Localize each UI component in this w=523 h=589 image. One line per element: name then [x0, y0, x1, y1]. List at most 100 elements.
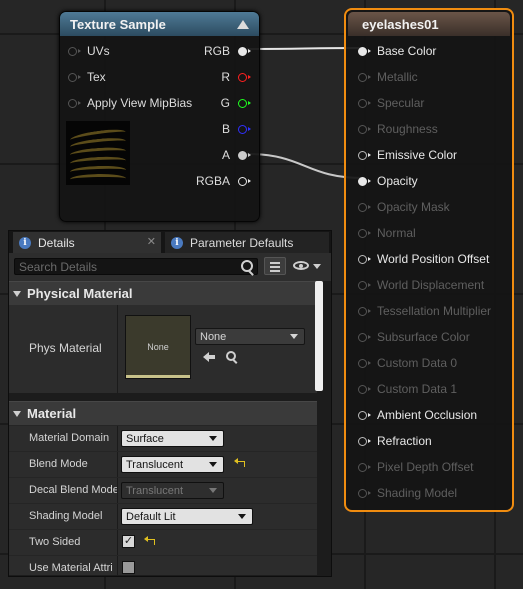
output-pin-rgb[interactable]: RGB: [203, 42, 251, 60]
texture-sample-title: Texture Sample: [70, 16, 166, 32]
pin-icon[interactable]: [238, 72, 251, 82]
pin-icon: [358, 358, 371, 368]
property-label: Decal Blend Mode: [29, 484, 117, 496]
search-icon[interactable]: [241, 260, 253, 272]
output-pin-b[interactable]: B: [221, 120, 251, 138]
property-label: Phys Material: [29, 341, 102, 355]
blend-mode-dropdown[interactable]: Translucent: [121, 456, 224, 473]
pin-icon[interactable]: [358, 254, 371, 264]
close-icon[interactable]: ✕: [147, 235, 156, 248]
output-pin-r[interactable]: R: [221, 68, 251, 86]
property-shading-model: Shading Model Default Lit: [9, 503, 317, 529]
chevron-down-icon: [238, 514, 246, 519]
phys-material-picker[interactable]: None: [195, 328, 305, 345]
input-pin-uvs[interactable]: UVs: [68, 42, 110, 60]
pin-icon: [358, 384, 371, 394]
chevron-down-icon: [290, 334, 298, 339]
combo-value: Translucent: [126, 484, 184, 497]
texture-sample-node[interactable]: Texture Sample UVs Tex Apply View MipBia…: [59, 11, 260, 222]
pin-label: World Displacement: [377, 278, 485, 292]
property-label: Blend Mode: [29, 458, 88, 470]
pin-icon[interactable]: [358, 46, 371, 56]
view-options-list-button[interactable]: [264, 257, 286, 275]
material-input-pin: Shading Model: [358, 484, 457, 502]
material-input-pin: Custom Data 0: [358, 354, 457, 372]
pin-label: Refraction: [377, 434, 432, 448]
scrollbar-thumb[interactable]: [315, 281, 323, 391]
material-domain-dropdown[interactable]: Surface: [121, 430, 224, 447]
pin-icon[interactable]: [358, 410, 371, 420]
pin-icon[interactable]: [238, 46, 251, 56]
pin-label: Base Color: [377, 44, 437, 58]
pin-icon: [358, 124, 371, 134]
output-label: A: [221, 148, 230, 162]
use-selected-arrow-icon[interactable]: [202, 351, 216, 363]
section-title: Material: [27, 406, 77, 421]
search-box[interactable]: [14, 258, 258, 275]
two-sided-checkbox[interactable]: ✓: [122, 535, 135, 548]
property-decal-blend-mode: Decal Blend Mode Translucent: [9, 477, 317, 503]
pin-label: Ambient Occlusion: [377, 408, 478, 422]
material-input-pin: Subsurface Color: [358, 328, 470, 346]
pin-label: Normal: [377, 226, 416, 240]
output-pin-a[interactable]: A: [221, 146, 251, 164]
property-label: Material Domain: [29, 432, 110, 444]
pin-label: Tessellation Multiplier: [377, 304, 492, 318]
material-input-pin[interactable]: Opacity: [358, 172, 418, 190]
texture-sample-header[interactable]: Texture Sample: [60, 12, 259, 36]
property-use-material-attributes: Use Material Attri: [9, 555, 317, 575]
material-input-pin: Normal: [358, 224, 416, 242]
pin-icon[interactable]: [68, 46, 81, 56]
pin-icon: [358, 228, 371, 238]
input-pin-tex[interactable]: Tex: [68, 68, 106, 86]
material-input-pin[interactable]: Base Color: [358, 42, 436, 60]
pin-icon[interactable]: [358, 176, 371, 186]
shading-model-dropdown[interactable]: Default Lit: [121, 508, 253, 525]
reset-to-default-icon[interactable]: [144, 536, 155, 545]
collapse-arrow-icon[interactable]: [237, 19, 249, 29]
pin-icon[interactable]: [358, 436, 371, 446]
visibility-filter-button[interactable]: [293, 259, 323, 273]
material-input-pin[interactable]: Refraction: [358, 432, 432, 450]
tab-label: Parameter Defaults: [190, 235, 294, 250]
pin-icon: [358, 332, 371, 342]
chevron-down-icon: [209, 488, 217, 493]
output-pin-g[interactable]: G: [221, 94, 251, 112]
output-pin-rgba[interactable]: RGBA: [196, 172, 251, 190]
output-label: RGB: [203, 44, 230, 58]
property-blend-mode: Blend Mode Translucent: [9, 451, 317, 477]
property-label: Use Material Attri: [29, 562, 113, 574]
pin-icon[interactable]: [358, 150, 371, 160]
input-pin-apply-view-mipbias[interactable]: Apply View MipBias: [68, 94, 192, 112]
tab-details[interactable]: i Details ✕: [13, 232, 161, 253]
material-result-node[interactable]: eyelashes01 Base Color Metallic Specular Ro…: [344, 8, 514, 512]
property-label: Two Sided: [29, 536, 81, 548]
pin-label: Pixel Depth Offset: [377, 460, 474, 474]
use-material-attributes-checkbox[interactable]: [122, 561, 135, 574]
physical-material-row: Phys Material None None: [9, 305, 317, 393]
pin-icon[interactable]: [238, 176, 251, 186]
material-input-pin[interactable]: World Position Offset: [358, 250, 489, 268]
pin-icon[interactable]: [238, 150, 251, 160]
material-input-pin: Tessellation Multiplier: [358, 302, 491, 320]
material-node-header[interactable]: eyelashes01: [348, 12, 510, 36]
browse-magnifier-icon[interactable]: [226, 351, 236, 361]
pin-icon: [358, 306, 371, 316]
output-label: B: [221, 122, 230, 136]
pin-icon[interactable]: [68, 98, 81, 108]
phys-material-thumbnail[interactable]: None: [125, 315, 191, 379]
pin-icon: [358, 462, 371, 472]
eye-icon: [293, 261, 309, 270]
tab-parameter-defaults[interactable]: i Parameter Defaults: [165, 232, 329, 253]
pin-icon[interactable]: [68, 72, 81, 82]
section-title: Physical Material: [27, 286, 133, 301]
pin-icon[interactable]: [238, 124, 251, 134]
pin-icon[interactable]: [238, 98, 251, 108]
search-input[interactable]: [15, 259, 233, 274]
material-input-pin[interactable]: Emissive Color: [358, 146, 457, 164]
section-physical-material[interactable]: Physical Material: [9, 281, 317, 305]
material-input-pin[interactable]: Ambient Occlusion: [358, 406, 477, 424]
material-input-pin: Opacity Mask: [358, 198, 450, 216]
reset-to-default-icon[interactable]: [234, 458, 245, 467]
section-material[interactable]: Material: [9, 401, 317, 425]
